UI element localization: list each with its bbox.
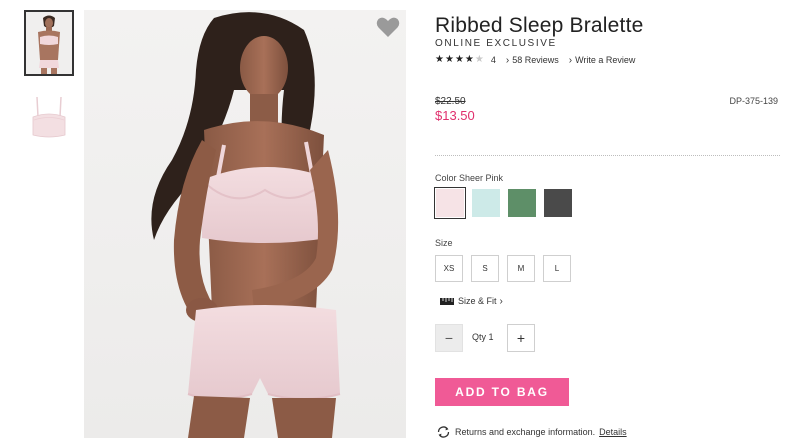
original-price: $22.50: [435, 96, 466, 107]
divider: [435, 155, 780, 156]
online-exclusive-badge: ONLINE EXCLUSIVE: [435, 38, 557, 49]
returns-details-link[interactable]: Details: [599, 427, 627, 437]
product-title: Ribbed Sleep Bralette: [435, 14, 644, 37]
size-button-m[interactable]: M: [507, 255, 535, 282]
star-filled-icon: ★: [464, 54, 474, 65]
star-filled-icon: ★: [454, 54, 464, 65]
thumbnail-flat-product[interactable]: [24, 90, 74, 156]
size-label: Size: [435, 238, 453, 248]
quantity-value: Qty 1: [472, 332, 494, 342]
star-empty-icon: ★: [474, 54, 484, 65]
chevron-right-icon: ›: [568, 54, 573, 66]
model-thumbnail-image: [26, 12, 72, 74]
refresh-icon: [437, 425, 450, 438]
star-filled-icon: ★: [444, 54, 454, 65]
size-button-s[interactable]: S: [471, 255, 499, 282]
write-review-link[interactable]: Write a Review: [575, 55, 635, 65]
model-photo: [151, 12, 341, 438]
flat-product-thumbnail-image: [25, 91, 73, 155]
size-fit-link[interactable]: Size & Fit ›: [440, 295, 503, 307]
ruler-icon: [440, 297, 454, 305]
sale-price: $13.50: [435, 108, 475, 123]
color-label: Color Sheer Pink: [435, 173, 504, 183]
thumbnail-model[interactable]: [24, 10, 74, 76]
color-swatch-charcoal[interactable]: [544, 189, 572, 217]
reviews-link[interactable]: 58 Reviews: [512, 55, 559, 65]
star-filled-icon: ★: [435, 54, 444, 65]
rating-count: 4: [490, 55, 496, 65]
returns-text: Returns and exchange information.: [455, 426, 596, 437]
color-swatch-sheer-pink[interactable]: [434, 187, 466, 219]
chevron-right-icon: ›: [505, 54, 510, 66]
chevron-right-icon: ›: [499, 295, 503, 307]
size-button-xs[interactable]: XS: [435, 255, 463, 282]
quantity-decrease-button[interactable]: −: [435, 324, 463, 352]
size-fit-label: Size & Fit: [458, 296, 497, 306]
quantity-increase-button[interactable]: +: [507, 324, 535, 352]
heart-icon[interactable]: [376, 16, 400, 38]
rating-row: ★ ★ ★ ★ ★ 4 › 58 Reviews › Write a Review: [435, 53, 635, 67]
star-rating: ★ ★ ★ ★ ★: [435, 55, 484, 65]
color-swatch-green[interactable]: [508, 189, 536, 217]
product-sku: DP-375-139: [729, 96, 778, 106]
add-to-bag-button[interactable]: ADD TO BAG: [435, 378, 569, 406]
main-product-image: [84, 10, 406, 438]
returns-info: Returns and exchange information. Detail…: [436, 425, 627, 438]
color-swatch-mint[interactable]: [472, 189, 500, 217]
size-button-l[interactable]: L: [543, 255, 571, 282]
